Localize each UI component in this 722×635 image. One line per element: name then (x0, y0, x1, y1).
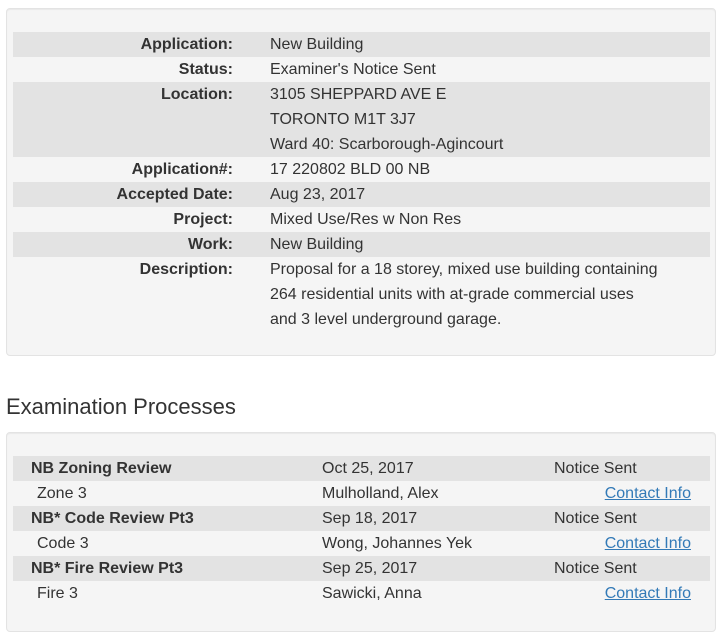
detail-value: 3105 SHEPPARD AVE E TORONTO M1T 3J7 Ward… (270, 82, 700, 157)
detail-label: Application: (140, 36, 233, 53)
process-row: NB* Code Review Pt3 Sep 18, 2017 Notice … (13, 506, 710, 531)
detail-label: Accepted Date: (116, 186, 233, 203)
contact-info-link[interactable]: Contact Info (605, 581, 691, 606)
detail-label: Work: (187, 236, 233, 253)
application-details-panel: Application: New Building Status: Examin… (6, 8, 716, 356)
detail-row-status: Status: Examiner's Notice Sent (13, 57, 710, 82)
examination-processes-table: NB Zoning Review Oct 25, 2017 Notice Sen… (13, 456, 710, 606)
detail-value-line: Aug 23, 2017 (270, 186, 366, 203)
process-name: NB* Code Review Pt3 (31, 510, 194, 527)
process-examiner: Mulholland, Alex (322, 485, 439, 502)
detail-label: Location: (161, 86, 233, 103)
process-detail-row: Zone 3 Mulholland, Alex Contact Info (13, 481, 710, 506)
detail-value-line: New Building (270, 236, 364, 253)
process-detail-row: Code 3 Wong, Johannes Yek Contact Info (13, 531, 710, 556)
contact-info-link[interactable]: Contact Info (605, 531, 691, 556)
process-name: NB* Fire Review Pt3 (31, 560, 184, 577)
process-date: Sep 25, 2017 (322, 560, 418, 577)
detail-value-line: and 3 level underground garage. (270, 311, 502, 328)
detail-row-application-number: Application#: 17 220802 BLD 00 NB (13, 157, 710, 182)
detail-value-line: 264 residential units with at-grade comm… (270, 286, 634, 303)
process-row: NB* Fire Review Pt3 Sep 25, 2017 Notice … (13, 556, 710, 581)
detail-value: 17 220802 BLD 00 NB (270, 157, 700, 182)
detail-row-application: Application: New Building (13, 32, 710, 57)
process-name: NB Zoning Review (31, 460, 172, 477)
detail-row-work: Work: New Building (13, 232, 710, 257)
process-status: Notice Sent (554, 460, 637, 477)
detail-value: Examiner's Notice Sent (270, 57, 700, 82)
detail-value-line: 17 220802 BLD 00 NB (270, 161, 431, 178)
detail-label: Application#: (131, 161, 233, 178)
detail-label: Status: (178, 61, 233, 78)
process-date: Oct 25, 2017 (322, 460, 414, 477)
contact-info-link[interactable]: Contact Info (605, 481, 691, 506)
detail-value-line: Proposal for a 18 storey, mixed use buil… (270, 261, 658, 278)
detail-value-line: New Building (270, 36, 364, 53)
detail-value: New Building (270, 32, 700, 57)
detail-row-description: Description: Proposal for a 18 storey, m… (13, 257, 710, 332)
detail-value: Aug 23, 2017 (270, 182, 700, 207)
detail-value-line: Ward 40: Scarborough-Agincourt (270, 136, 504, 153)
process-date: Sep 18, 2017 (322, 510, 418, 527)
process-sub-name: Fire 3 (37, 585, 78, 602)
detail-row-accepted-date: Accepted Date: Aug 23, 2017 (13, 182, 710, 207)
detail-label: Project: (173, 211, 233, 228)
examination-processes-panel: NB Zoning Review Oct 25, 2017 Notice Sen… (6, 432, 716, 632)
application-details-table: Application: New Building Status: Examin… (13, 32, 710, 332)
detail-value-line: Examiner's Notice Sent (270, 61, 436, 78)
detail-value: Mixed Use/Res w Non Res (270, 207, 700, 232)
detail-value-line: TORONTO M1T 3J7 (270, 111, 416, 128)
detail-row-location: Location: 3105 SHEPPARD AVE E TORONTO M1… (13, 82, 710, 157)
section-title: Examination Processes (6, 394, 236, 419)
detail-label: Description: (139, 261, 233, 278)
process-sub-name: Code 3 (37, 535, 89, 552)
process-detail-row: Fire 3 Sawicki, Anna Contact Info (13, 581, 710, 606)
detail-value: New Building (270, 232, 700, 257)
process-examiner: Sawicki, Anna (322, 585, 422, 602)
process-examiner: Wong, Johannes Yek (322, 535, 473, 552)
detail-value-line: Mixed Use/Res w Non Res (270, 211, 462, 228)
detail-value: Proposal for a 18 storey, mixed use buil… (270, 257, 700, 332)
process-sub-name: Zone 3 (37, 485, 87, 502)
process-row: NB Zoning Review Oct 25, 2017 Notice Sen… (13, 456, 710, 481)
detail-row-project: Project: Mixed Use/Res w Non Res (13, 207, 710, 232)
process-status: Notice Sent (554, 510, 637, 527)
detail-value-line: 3105 SHEPPARD AVE E (270, 86, 447, 103)
process-status: Notice Sent (554, 560, 637, 577)
